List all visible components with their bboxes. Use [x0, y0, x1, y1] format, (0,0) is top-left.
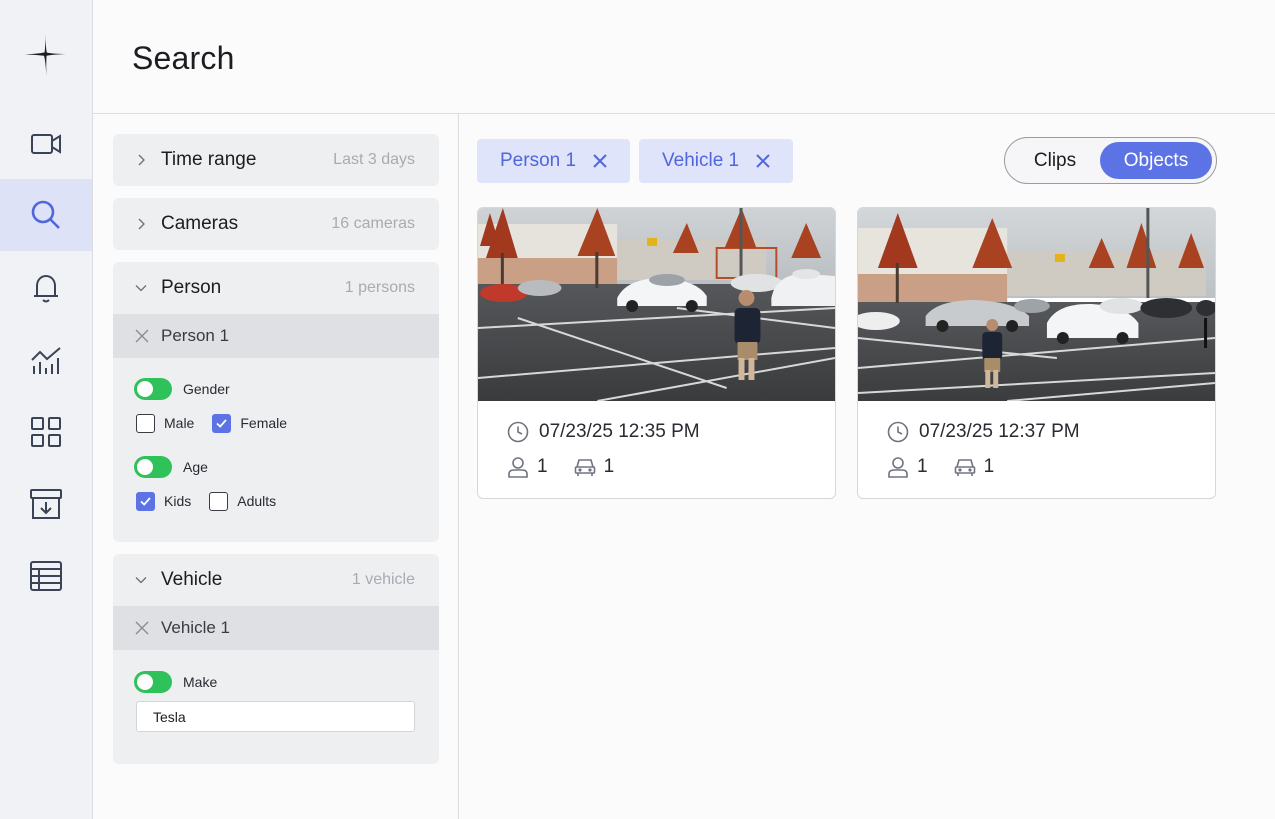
clips-tab[interactable]: Clips	[1009, 142, 1101, 179]
result-thumbnail	[478, 208, 835, 401]
make-toggle[interactable]	[134, 671, 172, 693]
gender-toggle[interactable]	[134, 378, 172, 400]
cameras-label: Cameras	[161, 213, 239, 234]
female-label: Female	[240, 415, 288, 431]
checkmark-icon	[216, 418, 228, 428]
clock-icon	[507, 421, 529, 443]
chip-person-1[interactable]: Person 1	[477, 139, 631, 183]
male-label: Male	[164, 415, 195, 431]
car-icon	[574, 459, 595, 476]
car-icon	[954, 459, 975, 476]
close-icon[interactable]	[755, 153, 771, 169]
female-checkbox[interactable]: Female	[212, 413, 288, 433]
result-time: 07/23/25 12:35 PM	[539, 421, 700, 442]
vehicle-count: 1 vehicle	[351, 571, 415, 588]
chevron-right-icon	[138, 218, 145, 230]
result-card[interactable]: 07/23/25 12:37 PM 1 1	[857, 207, 1216, 499]
time-range-value: Last 3 days	[333, 151, 415, 168]
table-icon	[30, 561, 62, 591]
filter-vehicle: Vehicle 1 vehicle Vehicle 1 Make	[113, 554, 439, 764]
archive-download-icon	[30, 489, 62, 519]
person-count: 1	[917, 456, 928, 477]
vehicle-header[interactable]: Vehicle 1 vehicle	[113, 554, 439, 606]
person-count: 1	[537, 456, 548, 477]
kids-label: Kids	[164, 493, 192, 509]
vehicle-count: 1	[603, 456, 615, 477]
logo-icon[interactable]	[22, 30, 70, 78]
age-toggle[interactable]	[134, 456, 172, 478]
chip-vehicle-1-label: Vehicle 1	[662, 150, 740, 171]
male-checkbox[interactable]: Male	[136, 413, 195, 433]
person-1-row[interactable]: Person 1	[113, 314, 439, 358]
kids-checkbox[interactable]: Kids	[136, 491, 192, 511]
filter-panel: Time range Last 3 days Cameras 16 camera…	[93, 114, 459, 819]
person-label: Person	[161, 277, 222, 298]
adults-checkbox[interactable]: Adults	[209, 491, 277, 511]
filter-cameras: Cameras 16 cameras	[113, 198, 439, 250]
make-input[interactable]	[136, 701, 415, 732]
checkmark-icon	[140, 496, 151, 506]
cameras-header[interactable]: Cameras 16 cameras	[113, 198, 439, 250]
search-icon	[31, 200, 60, 229]
age-label: Age	[183, 459, 208, 475]
chevron-right-icon	[138, 154, 145, 166]
bell-icon	[34, 274, 58, 303]
person-header[interactable]: Person 1 persons	[113, 262, 439, 314]
result-thumbnail	[858, 208, 1215, 401]
nav-video[interactable]	[0, 108, 92, 180]
close-icon[interactable]	[592, 153, 608, 169]
chevron-down-icon	[135, 285, 147, 292]
person-count: 1 persons	[344, 279, 415, 296]
chevron-down-icon	[135, 577, 147, 584]
nav-table[interactable]	[0, 540, 92, 612]
chip-person-1-label: Person 1	[500, 150, 577, 171]
page-header: Search	[93, 0, 1275, 114]
person-icon	[508, 457, 528, 478]
clock-icon	[887, 421, 909, 443]
grid-icon	[31, 417, 61, 447]
objects-tab[interactable]: Objects	[1100, 142, 1212, 179]
page-title: Search	[132, 40, 235, 76]
close-icon[interactable]	[135, 621, 149, 635]
vehicle-count: 1	[983, 456, 995, 477]
vehicle-1-row[interactable]: Vehicle 1	[113, 606, 439, 650]
result-card[interactable]: 07/23/25 12:35 PM 1 1	[477, 207, 836, 499]
chip-vehicle-1[interactable]: Vehicle 1	[639, 139, 794, 183]
nav-alerts[interactable]	[0, 252, 92, 324]
sidebar	[0, 0, 93, 819]
filter-time-range: Time range Last 3 days	[113, 134, 439, 186]
nav-dashboard[interactable]	[0, 396, 92, 468]
vehicle-1-label: Vehicle 1	[161, 618, 230, 637]
nav-search[interactable]	[0, 179, 92, 251]
nav-archive[interactable]	[0, 468, 92, 540]
vehicle-label: Vehicle	[161, 569, 223, 590]
video-camera-icon	[31, 134, 61, 154]
make-label: Make	[183, 674, 218, 690]
time-range-label: Time range	[161, 149, 257, 170]
filter-person: Person 1 persons Person 1 Gender Male Fe…	[113, 262, 439, 542]
gender-label: Gender	[183, 381, 230, 397]
view-toggle: Clips Objects	[1004, 137, 1217, 184]
person-1-label: Person 1	[161, 326, 230, 345]
nav-analytics[interactable]	[0, 324, 92, 396]
result-time: 07/23/25 12:37 PM	[919, 421, 1080, 442]
adults-label: Adults	[237, 493, 277, 509]
analytics-icon	[31, 347, 61, 374]
time-range-header[interactable]: Time range Last 3 days	[113, 134, 439, 186]
person-icon	[888, 457, 908, 478]
cameras-value: 16 cameras	[331, 215, 415, 232]
close-icon[interactable]	[135, 329, 149, 343]
